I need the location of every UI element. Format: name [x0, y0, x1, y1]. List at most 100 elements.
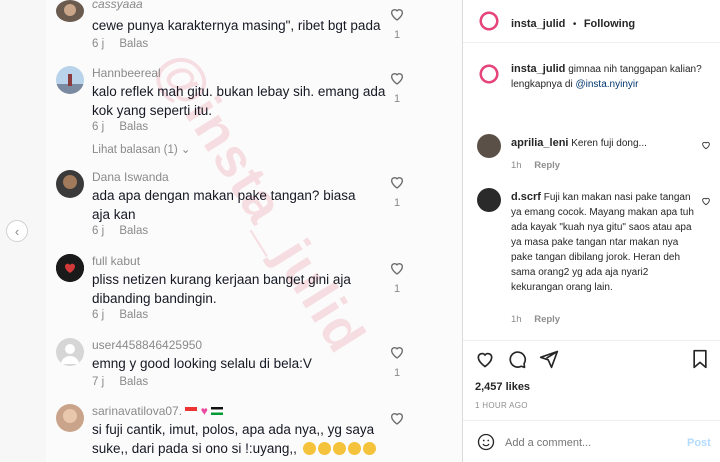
comment-time: 1h: [511, 314, 522, 325]
mention-link[interactable]: @insta.nyinyir: [576, 79, 639, 90]
avatar[interactable]: [477, 188, 501, 212]
laughing-emoji-icon: [317, 442, 331, 455]
comment-username[interactable]: aprilia_leni: [511, 137, 568, 149]
comment-text: si fuji cantik, imut, polos, apa ada nya…: [92, 420, 412, 458]
comment-text: emng y good looking selalu di bela:V: [92, 356, 312, 371]
like-count: 1: [393, 29, 401, 41]
comment-meta: 1h Reply: [511, 160, 560, 171]
reply-button[interactable]: Balas: [119, 38, 148, 50]
post-header: insta_julid • Following: [463, 0, 720, 43]
like-count: 1: [393, 367, 401, 379]
like-button[interactable]: 1: [388, 174, 406, 209]
avatar: [56, 170, 84, 198]
likes-count[interactable]: 2,457 likes: [475, 381, 530, 393]
share-plane-icon[interactable]: [539, 349, 559, 369]
avatar: [56, 66, 84, 94]
reply-button[interactable]: Balas: [119, 376, 148, 388]
separator: •: [572, 19, 577, 30]
header-username[interactable]: insta_julid: [511, 18, 565, 30]
header-info: insta_julid • Following: [511, 14, 635, 32]
post-actions: 2,457 likes 1 HOUR AGO: [463, 340, 720, 420]
comment-username[interactable]: full kabut: [92, 254, 140, 268]
heart-icon: [390, 73, 404, 85]
instagram-panel: insta_julid • Following insta_julid gimn…: [462, 0, 720, 462]
laughing-emoji-icon: [302, 442, 316, 455]
comment-username[interactable]: user4458846425950: [92, 338, 202, 352]
comment-time: 6 j: [92, 309, 105, 321]
comment-username[interactable]: Dana Iswanda: [92, 170, 169, 184]
comment-meta: 1h Reply: [511, 314, 560, 325]
heart-icon: [390, 177, 404, 189]
laughing-emoji-icon: [347, 442, 361, 455]
like-heart-icon[interactable]: [475, 349, 495, 369]
heart-icon: [390, 9, 404, 21]
like-button[interactable]: 1: [388, 344, 406, 379]
avatar[interactable]: [477, 9, 501, 33]
reply-button[interactable]: Balas: [119, 225, 148, 237]
comment-username[interactable]: d.scrf: [511, 191, 541, 203]
post-timestamp: 1 HOUR AGO: [475, 401, 528, 410]
chevron-left-icon: ‹: [14, 223, 20, 239]
comment-text: d.scrf Fuji kan makan nasi pake tangan y…: [511, 190, 696, 295]
like-button[interactable]: [388, 410, 406, 431]
like-button[interactable]: 1: [388, 70, 406, 105]
left-gutter: ‹: [0, 0, 46, 462]
add-comment-bar: Post: [463, 420, 720, 462]
caption-text: insta_julid gimnaa nih tanggapan kalian?…: [511, 62, 711, 92]
comment-username[interactable]: Hannbeereal: [92, 66, 161, 80]
comment-time: 6 j: [92, 225, 105, 237]
comment-username-text: sarinavatilova07.: [92, 404, 183, 418]
avatar[interactable]: [477, 62, 501, 86]
following-button[interactable]: Following: [584, 18, 635, 30]
comment-meta: 6 j Balas: [92, 121, 148, 133]
heart-emoji-icon: ♥: [200, 404, 208, 418]
comment-text: ada apa dengan makan pake tangan? biasa …: [92, 188, 356, 222]
bookmark-icon[interactable]: [691, 349, 709, 369]
comment-username[interactable]: cassyaaa: [92, 0, 143, 11]
laughing-emoji-icon: [362, 442, 376, 455]
comment-meta: 6 j Balas: [92, 225, 148, 237]
heart-icon: [390, 347, 404, 359]
chevron-down-icon: ⌄: [180, 144, 191, 156]
avatar: [56, 338, 84, 366]
reply-button[interactable]: Reply: [534, 314, 560, 325]
post-button[interactable]: Post: [687, 437, 711, 449]
comment-like-icon[interactable]: [701, 196, 711, 206]
like-button[interactable]: 1: [388, 6, 406, 41]
avatar: [56, 254, 84, 282]
reply-button[interactable]: Reply: [534, 160, 560, 171]
comment-bubble-icon[interactable]: [507, 349, 527, 369]
comment-meta: 6 j Balas: [92, 309, 148, 321]
comment-time: 1h: [511, 160, 522, 171]
comment-username[interactable]: sarinavatilova07. ♥: [92, 404, 224, 418]
flag-icon: [185, 407, 198, 415]
like-count: 1: [393, 197, 401, 209]
comment-time: 6 j: [92, 121, 105, 133]
emoji-icon[interactable]: [477, 433, 495, 451]
avatar: [56, 404, 84, 432]
comment-text-body: si fuji cantik, imut, polos, apa ada nya…: [92, 422, 375, 456]
previous-post-button[interactable]: ‹: [6, 220, 28, 242]
comment-input[interactable]: [505, 434, 675, 452]
caption-username[interactable]: insta_julid: [511, 63, 565, 75]
comment-body: Fuji kan makan nasi pake tangan ya emang…: [511, 192, 694, 293]
like-count: 1: [393, 93, 401, 105]
comment-meta: 7 j Balas: [92, 376, 148, 388]
view-replies-label: Lihat balasan (1): [92, 144, 178, 156]
comment-text: kalo reflek mah gitu. bukan lebay sih. e…: [92, 84, 386, 118]
heart-icon: [390, 263, 404, 275]
comment-body: Keren fuji dong...: [571, 138, 647, 149]
like-count: 1: [393, 283, 401, 295]
comment-text: cewe punya karakternya masing", ribet bg…: [92, 18, 381, 33]
post-image: @insta_julid cassyaaa cewe punya karakte…: [46, 0, 462, 462]
reply-button[interactable]: Balas: [119, 121, 148, 133]
like-button[interactable]: 1: [388, 260, 406, 295]
comment-text: pliss netizen kurang kerjaan banget gini…: [92, 272, 351, 306]
comment-like-icon[interactable]: [701, 140, 711, 150]
comment-time: 6 j: [92, 38, 105, 50]
view-replies-button[interactable]: Lihat balasan (1) ⌄: [92, 142, 191, 156]
comment-time: 7 j: [92, 376, 105, 388]
avatar: [56, 0, 84, 22]
avatar[interactable]: [477, 134, 501, 158]
reply-button[interactable]: Balas: [119, 309, 148, 321]
